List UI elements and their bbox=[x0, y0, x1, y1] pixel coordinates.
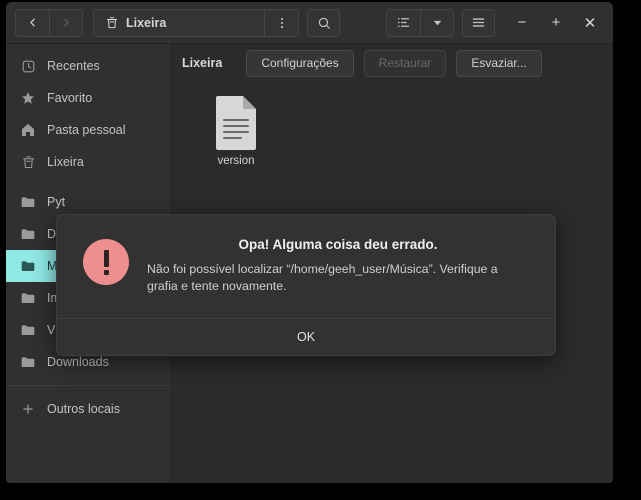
search-icon bbox=[317, 16, 331, 30]
search-button[interactable] bbox=[307, 8, 340, 37]
folder-icon bbox=[20, 226, 36, 242]
navigation-button-group bbox=[15, 8, 83, 37]
maximize-icon: + bbox=[551, 14, 561, 31]
error-dialog: Opa! Alguma coisa deu errado. Não foi po… bbox=[56, 214, 556, 356]
back-button[interactable] bbox=[16, 9, 49, 36]
file-item[interactable]: version bbox=[194, 88, 278, 173]
close-icon: ✕ bbox=[583, 14, 597, 32]
path-bar-button[interactable]: Lixeira bbox=[93, 8, 265, 37]
path-options-button[interactable] bbox=[265, 9, 298, 36]
main-menu-button[interactable] bbox=[462, 8, 495, 37]
minimize-icon: − bbox=[517, 14, 527, 31]
dialog-text-block: Opa! Alguma coisa deu errado. Não foi po… bbox=[147, 235, 529, 296]
folder-icon bbox=[20, 194, 36, 210]
home-icon bbox=[20, 122, 36, 138]
dialog-ok-button[interactable]: OK bbox=[57, 319, 555, 355]
chevron-left-icon bbox=[26, 16, 39, 29]
chevron-right-icon bbox=[60, 16, 73, 29]
trash-icon bbox=[20, 154, 36, 170]
folder-icon bbox=[20, 258, 36, 274]
clock-icon bbox=[20, 58, 36, 74]
dialog-title: Opa! Alguma coisa deu errado. bbox=[238, 237, 438, 252]
three-dots-vertical-icon bbox=[275, 16, 289, 30]
trash-toolbar: Lixeira Configurações Restaurar Esvaziar… bbox=[172, 44, 613, 82]
dialog-content: Opa! Alguma coisa deu errado. Não foi po… bbox=[57, 215, 555, 318]
dialog-actions: OK bbox=[57, 317, 555, 355]
view-list-button[interactable] bbox=[387, 9, 420, 36]
restore-button[interactable]: Restaurar bbox=[363, 49, 447, 77]
sidebar-item-lixeira[interactable]: Lixeira bbox=[6, 146, 171, 178]
error-exclamation-icon bbox=[83, 239, 129, 285]
empty-trash-button[interactable]: Esvaziar... bbox=[456, 49, 542, 77]
sidebar-item-label: Pasta pessoal bbox=[47, 123, 126, 137]
minimize-button[interactable]: − bbox=[505, 3, 539, 43]
file-manager-window: Lixeira − + ✕ Recentes Favorito Pasta pe… bbox=[6, 2, 613, 483]
sidebar-item-label: Lixeira bbox=[47, 155, 84, 169]
sidebar-separator bbox=[6, 385, 171, 386]
chevron-down-icon bbox=[431, 16, 444, 29]
folder-icon bbox=[20, 290, 36, 306]
screen: Lixeira − + ✕ Recentes Favorito Pasta pe… bbox=[0, 0, 641, 500]
view-options-dropdown-button[interactable] bbox=[420, 9, 453, 36]
exclamation-glyph bbox=[103, 249, 109, 275]
titlebar-left-group: Lixeira bbox=[10, 8, 340, 37]
file-name-label: version bbox=[217, 155, 255, 167]
plus-icon bbox=[20, 401, 36, 417]
sidebar-item-label: Pyt bbox=[47, 195, 66, 209]
window-body: Recentes Favorito Pasta pessoal Lixeira … bbox=[6, 44, 613, 483]
sidebar-item-recentes[interactable]: Recentes bbox=[6, 50, 171, 82]
titlebar-right-group: − + ✕ bbox=[386, 2, 607, 43]
sidebar-item-label: Favorito bbox=[47, 91, 93, 105]
path-menu-group bbox=[265, 8, 299, 37]
sidebar-item-outros-locais[interactable]: Outros locais bbox=[6, 393, 171, 425]
trash-icon bbox=[105, 16, 119, 30]
settings-button[interactable]: Configurações bbox=[246, 49, 354, 77]
location-title: Lixeira bbox=[182, 56, 223, 70]
folder-icon bbox=[20, 322, 36, 338]
sidebar-item-label: Downloads bbox=[47, 355, 109, 369]
path-bar-label: Lixeira bbox=[126, 15, 167, 30]
sidebar-item-favorito[interactable]: Favorito bbox=[6, 82, 171, 114]
view-mode-group bbox=[386, 8, 454, 37]
text-document-icon bbox=[213, 94, 259, 150]
sidebar-item-pasta-pessoal[interactable]: Pasta pessoal bbox=[6, 114, 171, 146]
hamburger-menu-icon bbox=[471, 15, 486, 30]
view-list-icon bbox=[396, 15, 411, 30]
maximize-button[interactable]: + bbox=[539, 3, 573, 43]
close-button[interactable]: ✕ bbox=[573, 3, 607, 43]
star-icon bbox=[20, 90, 36, 106]
dialog-message: Não foi possível localizar “/home/geeh_u… bbox=[147, 262, 498, 294]
sidebar-item-label: Recentes bbox=[47, 59, 100, 73]
forward-button[interactable] bbox=[49, 9, 82, 36]
sidebar-item-label: Outros locais bbox=[47, 402, 120, 416]
title-bar: Lixeira − + ✕ bbox=[6, 2, 613, 44]
folder-icon bbox=[20, 354, 36, 370]
file-grid: version bbox=[172, 82, 613, 173]
dialog-icon-wrap bbox=[83, 235, 129, 296]
